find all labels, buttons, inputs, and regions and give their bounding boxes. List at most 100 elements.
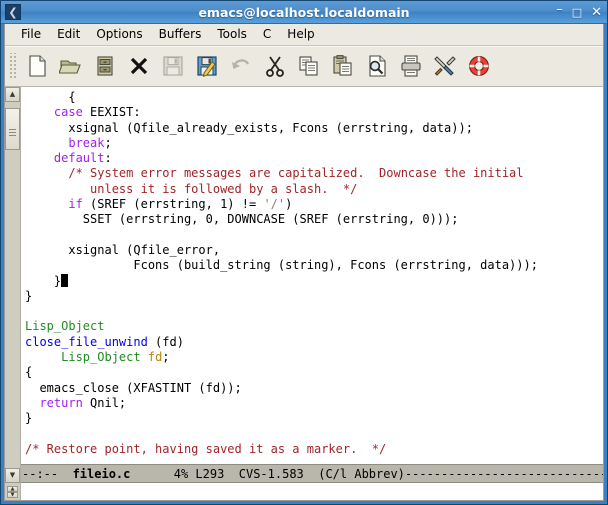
- code-span: xsignal (Qfile_already_exists, Fcons (er…: [25, 120, 473, 135]
- emacs-window: ❮ emacs@localhost.localdomain – □ ✕ File…: [0, 0, 608, 505]
- code-span: ;: [104, 135, 112, 150]
- code-span: emacs_close (XFASTINT (fd));: [25, 380, 242, 395]
- menu-buffers[interactable]: Buffers: [151, 26, 210, 43]
- code-span: (SREF (errstring, 1) !=: [82, 197, 264, 212]
- write-file-icon: [195, 54, 219, 78]
- code-line: break;: [25, 136, 603, 151]
- code-span: EEXIST:: [82, 105, 141, 120]
- echo-area[interactable]: [21, 483, 603, 500]
- menu-file[interactable]: File: [13, 26, 49, 43]
- scroll-down-arrow[interactable]: ▼: [5, 468, 20, 483]
- code-line: if (SREF (errstring, 1) != '/'): [25, 197, 603, 212]
- code-span: (fd): [147, 334, 184, 349]
- cut-scissors-icon: [263, 54, 287, 78]
- vertical-scrollbar[interactable]: ▲ ▼: [5, 87, 21, 483]
- code-line: return Qnil;: [25, 396, 603, 411]
- code-line: close_file_unwind (fd): [25, 335, 603, 350]
- emacs-icon: ❮: [5, 4, 21, 20]
- echo-area-row: ▲ ▼: [5, 483, 603, 500]
- code-span: return: [39, 395, 83, 410]
- open-file-button[interactable]: [54, 49, 88, 83]
- code-span: :: [104, 151, 112, 166]
- scrollbar-track[interactable]: [5, 102, 20, 468]
- code-span: [25, 166, 68, 180]
- scrollbar-resize-grip[interactable]: ▲ ▼: [5, 483, 21, 500]
- code-buffer[interactable]: { case EEXIST: xsignal (Qfile_already_ex…: [21, 87, 603, 464]
- code-line: xsignal (Qfile_error,: [25, 243, 603, 258]
- undo-button[interactable]: [224, 49, 258, 83]
- help-button[interactable]: [462, 49, 496, 83]
- menu-edit[interactable]: Edit: [49, 26, 88, 43]
- close-x-icon: [127, 54, 151, 78]
- code-span: Fcons (build_string (string), Fcons (err…: [25, 258, 538, 273]
- toolbar-drag-handle[interactable]: [8, 53, 17, 79]
- code-span: Qnil;: [82, 395, 127, 410]
- mode-line[interactable]: --:-- fileio.c 4% L293 CVS-1.583 (C/l Ab…: [21, 464, 603, 483]
- save-buffer-button[interactable]: [156, 49, 190, 83]
- mode-line-right: 4% L293 CVS-1.583 (C/l Abbrev)----------…: [130, 466, 603, 481]
- menu-help[interactable]: Help: [279, 26, 322, 43]
- code-span: [141, 350, 148, 364]
- new-file-icon: [25, 54, 49, 78]
- paste-button[interactable]: [326, 49, 360, 83]
- code-line: /* System error messages are capitalized…: [25, 166, 603, 181]
- new-file-button[interactable]: [20, 49, 54, 83]
- title-bar[interactable]: ❮ emacs@localhost.localdomain – □ ✕: [1, 1, 607, 24]
- buffer-window: { case EEXIST: xsignal (Qfile_already_ex…: [21, 87, 603, 483]
- code-span: /* Restore point, having saved it as a m…: [25, 441, 387, 456]
- code-span: if: [68, 197, 83, 212]
- code-span: {: [25, 90, 76, 104]
- menu-c[interactable]: C: [255, 26, 279, 43]
- menu-options[interactable]: Options: [88, 26, 150, 43]
- undo-arrow-icon: [229, 54, 253, 78]
- file-cabinet-icon: [93, 54, 117, 78]
- copy-icon: [297, 54, 321, 78]
- close-buffer-button[interactable]: [122, 49, 156, 83]
- maximize-button[interactable]: □: [572, 7, 582, 18]
- code-span: SSET (errstring, 0, DOWNCASE (SREF (errs…: [25, 212, 459, 227]
- code-span: [25, 197, 68, 211]
- close-button[interactable]: ✕: [591, 6, 602, 19]
- paste-clipboard-icon: [331, 54, 355, 78]
- code-span: [25, 396, 39, 410]
- code-span: case: [53, 105, 83, 120]
- print-button[interactable]: [394, 49, 428, 83]
- code-line: case EEXIST:: [25, 105, 603, 120]
- write-file-button[interactable]: [190, 49, 224, 83]
- text-cursor: [61, 273, 69, 287]
- code-line: xsignal (Qfile_already_exists, Fcons (er…: [25, 121, 603, 136]
- code-line: default:: [25, 151, 603, 166]
- search-icon: [365, 54, 389, 78]
- code-line: }: [25, 411, 603, 426]
- customize-button[interactable]: [428, 49, 462, 83]
- search-button[interactable]: [360, 49, 394, 83]
- mode-line-left: --:--: [22, 466, 73, 481]
- grip-down-icon: ▼: [7, 491, 18, 498]
- save-floppy-icon: [161, 54, 185, 78]
- print-icon: [399, 54, 423, 78]
- code-line: Lisp_Object fd;: [25, 350, 603, 365]
- code-span: ;: [162, 350, 170, 365]
- code-span: [25, 136, 68, 150]
- minimize-button[interactable]: –: [556, 3, 563, 16]
- code-line: Fcons (build_string (string), Fcons (err…: [25, 258, 603, 273]
- code-line: unless it is followed by a slash. */: [25, 182, 603, 197]
- menu-tools[interactable]: Tools: [209, 26, 255, 43]
- code-line: Lisp_Object: [25, 319, 603, 334]
- code-span: xsignal (Qfile_error,: [25, 242, 221, 257]
- code-line: emacs_close (XFASTINT (fd));: [25, 381, 603, 396]
- scroll-up-arrow[interactable]: ▲: [5, 87, 20, 102]
- window-controls: – □ ✕: [556, 1, 602, 23]
- cut-button[interactable]: [258, 49, 292, 83]
- code-span: [25, 105, 54, 119]
- help-lifebuoy-icon: [467, 54, 491, 78]
- code-span: Lisp_Object: [25, 319, 105, 334]
- code-span: Lisp_Object: [61, 350, 141, 365]
- code-span: [25, 350, 61, 364]
- open-directory-button[interactable]: [88, 49, 122, 83]
- code-span: close_file_unwind: [25, 334, 148, 349]
- copy-button[interactable]: [292, 49, 326, 83]
- scrollbar-thumb[interactable]: [5, 108, 20, 150]
